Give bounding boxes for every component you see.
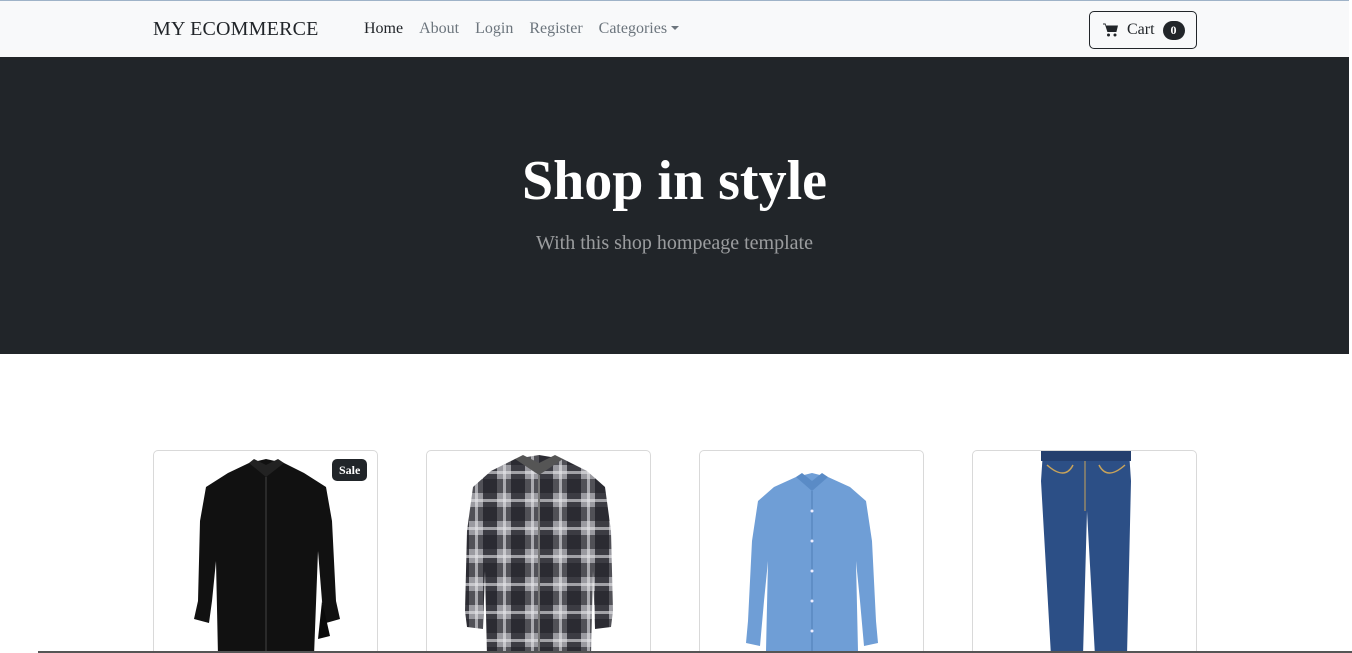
cart-button[interactable]: Cart 0 — [1089, 11, 1197, 49]
product-card[interactable] — [426, 450, 651, 653]
hero-banner: Shop in style With this shop hompeage te… — [0, 57, 1349, 354]
cart-count-badge: 0 — [1162, 20, 1185, 40]
brand-logo[interactable]: MY ECOMMERCE — [153, 18, 319, 41]
product-image-jeans — [1041, 451, 1131, 653]
nav-link-login[interactable]: Login — [475, 20, 513, 38]
navbar: MY ECOMMERCE Home About Login Register C… — [0, 0, 1349, 57]
product-image-plaid-shirt — [465, 455, 613, 653]
hero-subtitle: With this shop hompeage template — [536, 232, 813, 254]
nav-links: Home About Login Register Categories — [364, 20, 680, 38]
product-card[interactable] — [699, 450, 924, 653]
caret-down-icon — [671, 26, 680, 30]
product-card[interactable]: Sale — [153, 450, 378, 653]
hero-title: Shop in style — [522, 150, 827, 212]
nav-link-register[interactable]: Register — [529, 20, 582, 38]
nav-link-home[interactable]: Home — [364, 20, 403, 38]
product-card[interactable] — [972, 450, 1197, 653]
nav-link-about[interactable]: About — [419, 20, 459, 38]
cart-label: Cart — [1127, 21, 1155, 38]
nav-dropdown-categories[interactable]: Categories — [598, 20, 680, 38]
product-image-black-shirt — [194, 459, 340, 653]
product-image-blue-shirt — [746, 473, 878, 651]
categories-label: Categories — [598, 20, 668, 37]
cart-icon — [1103, 23, 1118, 37]
sale-badge: Sale — [332, 459, 368, 481]
